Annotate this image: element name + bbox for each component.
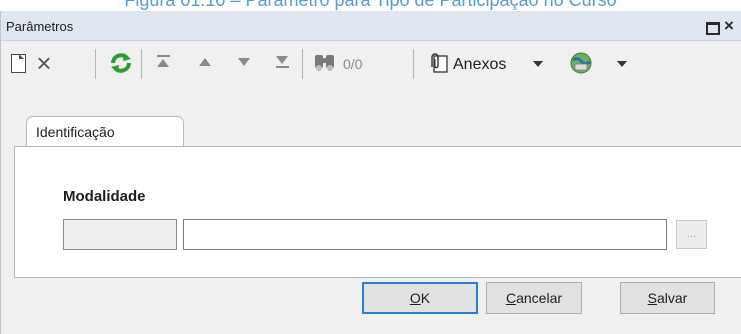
identification-panel: Modalidade ...: [14, 146, 741, 278]
maximize-icon[interactable]: [703, 18, 720, 35]
first-record-icon[interactable]: [153, 50, 173, 76]
cancel-mnemonic: C: [505, 290, 517, 306]
attachment-icon[interactable]: [428, 50, 450, 76]
modalidade-code-field[interactable]: [63, 219, 177, 250]
toolbar-separator: [413, 49, 414, 79]
globe-icon[interactable]: [569, 50, 593, 76]
tab-strip: Identificação: [26, 116, 184, 147]
title-bar: Parâmetros ×: [1, 11, 741, 41]
refresh-icon[interactable]: [108, 50, 134, 76]
new-icon[interactable]: [9, 50, 26, 76]
toolbar: × 0/0 Anexos: [1, 42, 741, 84]
toolbar-separator: [302, 49, 303, 79]
record-counter: 0/0: [343, 56, 363, 72]
last-record-icon[interactable]: [272, 50, 292, 76]
modalidade-label: Modalidade: [63, 188, 146, 205]
figure-caption: Figura 01.10 – Parâmetro para Tipo de Pa…: [124, 0, 617, 10]
ok-mnemonic: O: [409, 290, 421, 306]
tab-label: Identificação: [36, 124, 115, 140]
ok-label: K: [420, 290, 431, 306]
ok-button[interactable]: OK: [362, 282, 478, 314]
toolbar-separator: [95, 49, 96, 79]
window-title: Parâmetros: [6, 19, 74, 34]
toolbar-separator: [141, 49, 142, 79]
globe-dropdown-icon[interactable]: [617, 61, 627, 67]
next-record-icon[interactable]: [234, 50, 254, 76]
lookup-button[interactable]: ...: [676, 220, 707, 249]
cancel-label: ancelar: [516, 290, 563, 306]
tab-identificacao[interactable]: Identificação: [26, 116, 184, 147]
find-icon[interactable]: [313, 50, 337, 76]
save-label: alvar: [656, 290, 688, 306]
attachments-button[interactable]: Anexos: [453, 56, 506, 74]
attachments-dropdown-icon[interactable]: [533, 61, 543, 67]
close-icon[interactable]: ×: [724, 17, 740, 34]
cancel-button[interactable]: Cancelar: [486, 282, 582, 314]
modalidade-description-field[interactable]: [183, 219, 667, 250]
save-button[interactable]: Salvar: [620, 282, 715, 314]
parameters-window: Parâmetros × × 0/0 Anexos Identificação …: [0, 11, 741, 334]
delete-icon[interactable]: ×: [32, 50, 56, 76]
previous-record-icon[interactable]: [195, 50, 215, 76]
save-mnemonic: S: [647, 290, 657, 306]
